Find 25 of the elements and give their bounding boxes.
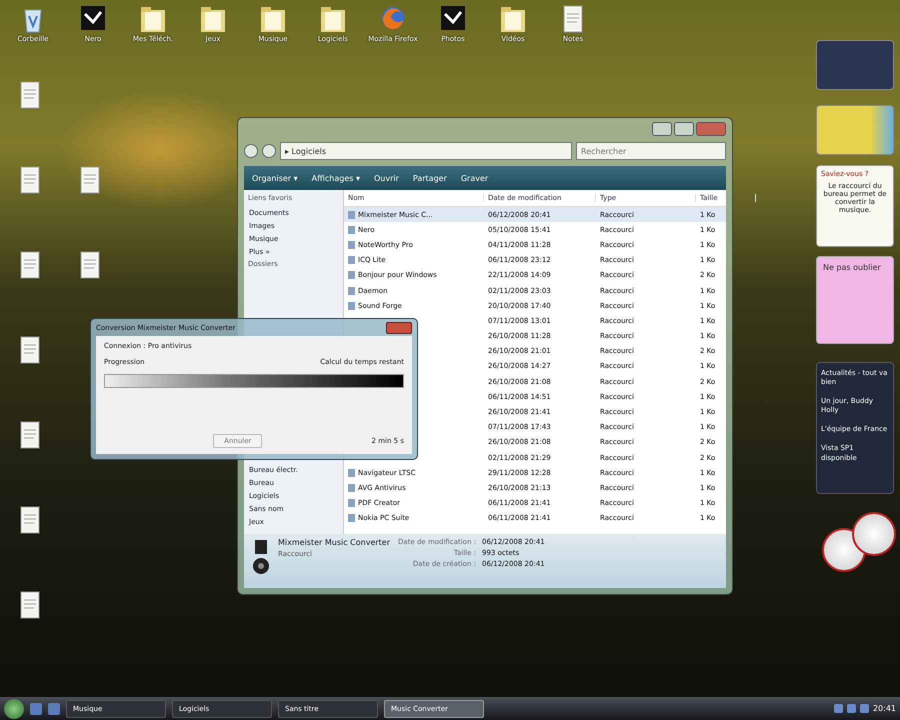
folder-icon[interactable] <box>139 4 167 34</box>
quick-launch-icon[interactable] <box>48 702 60 714</box>
toolbar-button[interactable]: Ouvrir <box>372 172 401 184</box>
start-button[interactable] <box>4 698 24 718</box>
address-field[interactable]: ▸ Logiciels <box>280 142 572 160</box>
folder-icon[interactable] <box>199 4 227 34</box>
clock-gadget[interactable] <box>816 40 894 90</box>
toolbar-button[interactable]: Graver <box>458 172 490 184</box>
sticky-note[interactable]: Ne pas oublier <box>816 256 894 344</box>
search-field[interactable]: Rechercher <box>576 142 726 160</box>
minimize-button[interactable] <box>652 122 672 136</box>
forward-button[interactable] <box>262 144 276 158</box>
toolbar-button[interactable]: Partager <box>410 172 449 184</box>
folder-icon[interactable] <box>499 4 527 34</box>
round-gadget[interactable] <box>852 512 896 556</box>
folder-icon[interactable] <box>319 4 347 34</box>
quick-launch-icon[interactable] <box>30 702 42 714</box>
maximize-button[interactable] <box>674 122 694 136</box>
toolbar-button[interactable]: Organiser ▾ <box>250 172 300 184</box>
clock-text: 20:41 <box>872 704 896 713</box>
back-button[interactable] <box>244 144 258 158</box>
folder-icon[interactable] <box>259 4 287 34</box>
toolbar-button[interactable]: Affichages ▾ <box>310 172 362 184</box>
close-button[interactable] <box>386 322 412 334</box>
details-name: Mixmeister Music Converter <box>278 538 390 547</box>
